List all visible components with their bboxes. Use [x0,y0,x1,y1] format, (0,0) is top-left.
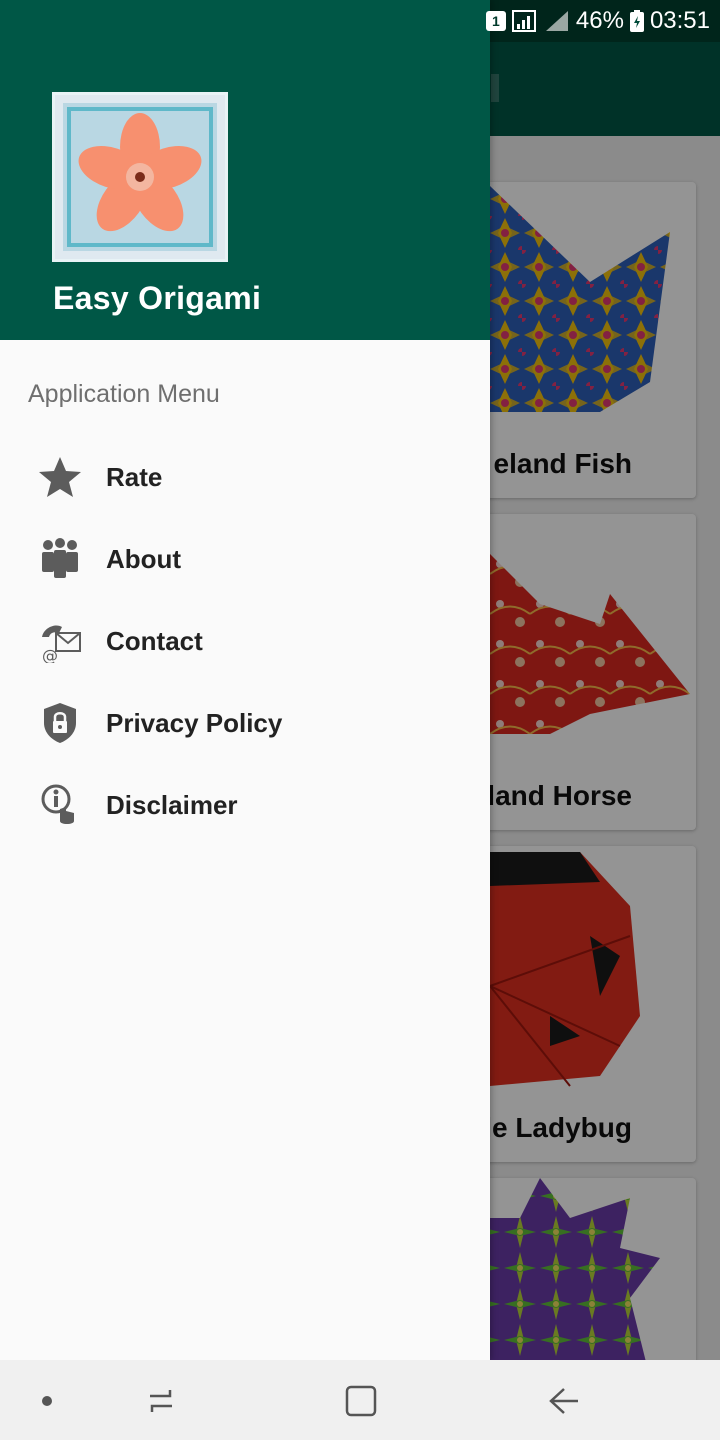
back-button[interactable] [540,1378,586,1424]
status-bar: 1 46% 03:51 [485,0,710,42]
menu-item-about[interactable]: About [0,518,490,600]
menu-item-privacy-policy[interactable]: Privacy Policy [0,682,490,764]
home-icon [345,1385,377,1417]
contact-phone-mail-icon: @ [42,625,81,663]
battery-icon [629,10,644,32]
shield-lock-icon [44,703,76,743]
signal-icon [511,10,536,32]
menu-item-label: Rate [106,461,163,492]
signal-strength-icon [545,11,568,31]
sim-icon: 1 [485,11,506,31]
recents-button[interactable] [138,1378,184,1424]
info-touch-icon [41,784,74,824]
menu-item-rate[interactable]: Rate [0,436,490,518]
system-navigation-bar [0,1360,720,1440]
menu-item-label: Privacy Policy [106,707,283,738]
app-name: Easy Origami [53,280,262,316]
star-icon [39,457,81,497]
clock: 03:51 [649,7,710,34]
app-logo [52,92,228,262]
menu-item-label: About [106,543,182,574]
recents-icon [150,1390,172,1412]
origami-flower-icon [63,103,217,251]
battery-percent: 46% [575,7,624,34]
menu-item-disclaimer[interactable]: Disclaimer [0,764,490,846]
home-button[interactable] [338,1378,384,1424]
dot-button[interactable] [24,1378,70,1424]
menu-item-contact[interactable]: @ Contact [0,600,490,682]
navigation-drawer: Easy Origami Application Menu Rate About… [0,0,490,1360]
menu-item-label: Contact [106,625,203,656]
menu-section-title: Application Menu [28,380,220,408]
svg-text:@: @ [42,646,58,663]
back-icon [549,1388,578,1414]
drawer-header: Easy Origami [0,0,490,340]
dot-icon [42,1396,52,1406]
people-icon [42,538,78,578]
menu-item-label: Disclaimer [106,789,238,820]
